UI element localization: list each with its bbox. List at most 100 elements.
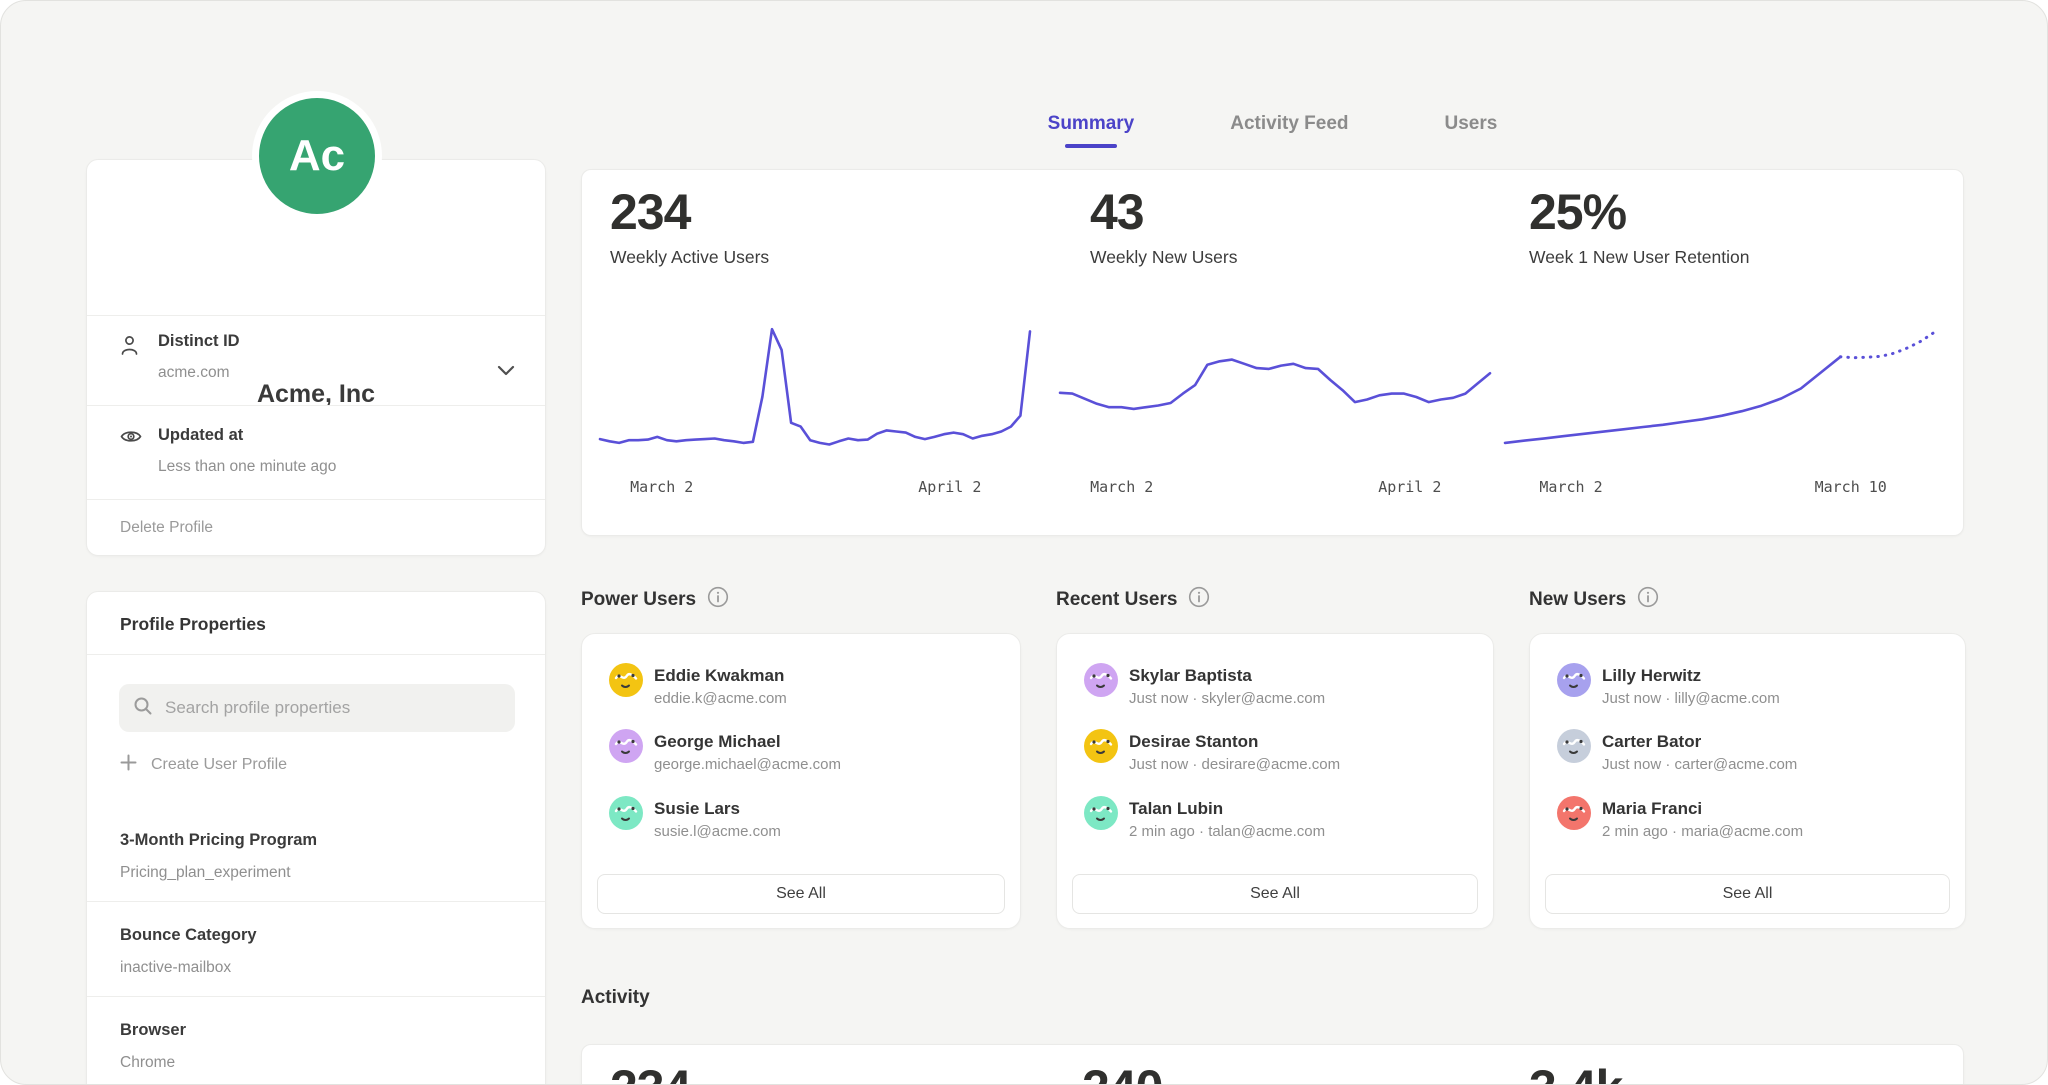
- search-icon: [133, 696, 153, 721]
- axis-tick-label: March 2: [630, 478, 693, 496]
- property-name: Bounce Category: [120, 926, 257, 945]
- tab-summary-label: Summary: [1048, 113, 1135, 134]
- user-list-item[interactable]: George Michaelgeorge.michael@acme.com: [609, 727, 1000, 781]
- user-list-item[interactable]: Eddie Kwakman eddie.k@acme.com: [609, 661, 1000, 715]
- property-value: Pricing_plan_experiment: [120, 864, 291, 882]
- company-avatar: Ac: [252, 91, 382, 221]
- user-avatar: [1557, 729, 1591, 763]
- active-tab-underline: [1065, 144, 1117, 148]
- axis-tick-label: March 2: [1090, 478, 1153, 496]
- activity-heading: Activity: [581, 987, 650, 1009]
- app-window: Ac Acme, Inc Distinct ID acme.com Update…: [0, 0, 2048, 1085]
- section-title: New Users: [1529, 589, 1626, 611]
- weekly-active-users-chart: [600, 310, 1030, 465]
- user-name: George Michael: [654, 732, 781, 752]
- property-item[interactable]: 3-Month Pricing Program Pricing_plan_exp…: [87, 807, 545, 902]
- stat-label: Week 1 New User Retention: [1529, 247, 1749, 268]
- plus-icon: [120, 754, 137, 776]
- divider: [87, 654, 545, 655]
- info-icon[interactable]: [1637, 586, 1659, 614]
- profile-properties-card: Profile Properties Create User Profile 3…: [86, 591, 546, 1085]
- user-detail: Just now · carter@acme.com: [1602, 756, 1797, 773]
- user-list-item[interactable]: Carter Bator Just now · carter@acme.com: [1557, 727, 1945, 781]
- profile-properties-title: Profile Properties: [120, 614, 266, 635]
- new-users-card: Lilly Herwitz Just now · lilly@acme.com Ca…: [1529, 633, 1966, 929]
- stat-week1-retention: 25% Week 1 New User Retention: [1529, 186, 1749, 268]
- user-list-item[interactable]: Maria Franci2 min ago · maria@acme.com: [1557, 794, 1945, 848]
- x-axis-labels: March 2 March 10: [1505, 478, 1935, 500]
- property-item[interactable]: Bounce Category inactive-mailbox: [87, 902, 545, 997]
- user-list-item[interactable]: Desirae Stanton Just now · desirare@acme.…: [1084, 727, 1473, 781]
- user-name: Talan Lubin: [1129, 799, 1223, 819]
- user-detail: eddie.k@acme.com: [654, 690, 787, 707]
- stat-weekly-new-users: 43 Weekly New Users: [1090, 186, 1238, 268]
- see-all-button[interactable]: See All: [1072, 874, 1478, 914]
- user-list-item[interactable]: Lilly Herwitz Just now · lilly@acme.com: [1557, 661, 1945, 715]
- user-avatar: [1084, 729, 1118, 763]
- tab-summary[interactable]: Summary: [1048, 113, 1135, 148]
- user-avatar: [609, 796, 643, 830]
- tab-bar: Summary Activity Feed Users: [581, 113, 1964, 148]
- tab-users[interactable]: Users: [1445, 113, 1498, 148]
- axis-tick-label: April 2: [918, 478, 981, 496]
- activity-stat-value: 234: [610, 1059, 690, 1085]
- stat-label: Weekly New Users: [1090, 247, 1238, 268]
- eye-icon: [120, 429, 142, 449]
- distinct-id-row[interactable]: Distinct ID acme.com: [87, 315, 545, 405]
- create-user-profile-label: Create User Profile: [151, 756, 287, 774]
- user-avatar: [1557, 663, 1591, 697]
- user-list-item[interactable]: Talan Lubin 2 min ago · talan@acme.com: [1084, 794, 1473, 848]
- user-name: Maria Franci: [1602, 799, 1702, 819]
- user-avatar: [609, 729, 643, 763]
- updated-at-value: Less than one minute ago: [158, 458, 336, 476]
- user-detail: 2 min ago · talan@acme.com: [1129, 823, 1325, 840]
- axis-tick-label: March 10: [1815, 478, 1887, 496]
- property-value: Chrome: [120, 1054, 175, 1072]
- user-detail: Just now · lilly@acme.com: [1602, 690, 1780, 707]
- see-all-button[interactable]: See All: [597, 874, 1005, 914]
- user-name: Eddie Kwakman: [654, 666, 784, 686]
- create-user-profile-button[interactable]: Create User Profile: [120, 754, 287, 776]
- user-list-item[interactable]: Skylar BaptistaJust now · skyler@acme.co…: [1084, 661, 1473, 715]
- stat-value: 43: [1090, 186, 1238, 238]
- person-icon: [120, 334, 139, 362]
- user-avatar: [1084, 796, 1118, 830]
- user-name: Carter Bator: [1602, 732, 1701, 752]
- delete-profile-button[interactable]: Delete Profile: [87, 499, 545, 557]
- info-icon[interactable]: [707, 586, 729, 614]
- tab-activity-feed[interactable]: Activity Feed: [1230, 113, 1348, 148]
- user-detail: Just now · desirare@acme.com: [1129, 756, 1340, 773]
- axis-tick-label: March 2: [1539, 478, 1602, 496]
- stat-weekly-active-users: 234 Weekly Active Users: [610, 186, 769, 268]
- stat-value: 234: [610, 186, 769, 238]
- info-icon[interactable]: [1188, 586, 1210, 614]
- property-item[interactable]: Browser Chrome: [87, 997, 545, 1085]
- search-input[interactable]: [163, 697, 501, 719]
- user-name: Lilly Herwitz: [1602, 666, 1701, 686]
- x-axis-labels: March 2April 2: [1060, 478, 1490, 500]
- stat-value: 25%: [1529, 186, 1749, 238]
- user-list-item[interactable]: Susie Lars susie.l@acme.com: [609, 794, 1000, 848]
- weekly-new-users-chart: [1060, 310, 1490, 465]
- x-axis-labels: March 2 April 2: [600, 478, 1030, 500]
- profile-properties-search[interactable]: [119, 684, 515, 732]
- user-detail: Just now · skyler@acme.com: [1129, 690, 1325, 707]
- see-all-button[interactable]: See All: [1545, 874, 1950, 914]
- section-title: Power Users: [581, 589, 696, 611]
- user-name: Susie Lars: [654, 799, 740, 819]
- user-name: Desirae Stanton: [1129, 732, 1258, 752]
- retention-chart: [1505, 310, 1935, 465]
- power-users-card: Eddie Kwakman eddie.k@acme.com George Mich…: [581, 633, 1021, 929]
- user-detail: susie.l@acme.com: [654, 823, 781, 840]
- chevron-down-icon[interactable]: [497, 363, 515, 381]
- user-avatar: [1557, 796, 1591, 830]
- stat-label: Weekly Active Users: [610, 247, 769, 268]
- distinct-id-label: Distinct ID: [158, 332, 240, 351]
- tab-users-label: Users: [1445, 113, 1498, 134]
- activity-card: 234 240 3.4k: [581, 1044, 1964, 1085]
- distinct-id-value: acme.com: [158, 364, 230, 382]
- updated-at-label: Updated at: [158, 426, 243, 445]
- summary-card: 234 Weekly Active Users 43 Weekly New Us…: [581, 169, 1964, 536]
- activity-stat-value: 240: [1082, 1059, 1162, 1085]
- user-avatar: [609, 663, 643, 697]
